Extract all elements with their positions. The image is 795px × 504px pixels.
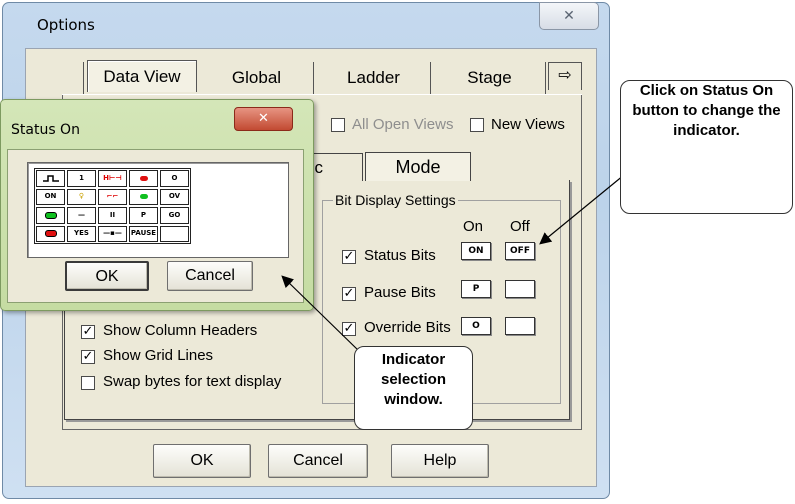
callout-status-on-text: Click on Status On button to change the … <box>632 82 781 139</box>
callout-status-on: Click on Status On button to change the … <box>620 80 793 214</box>
callout-indicator-window-text: Indicator selection window. <box>380 351 447 408</box>
callout-arrow-status-on <box>539 174 625 245</box>
callout-indicator-window: Indicator selection window. <box>354 346 473 430</box>
callout-arrow-indicator-window <box>281 275 361 353</box>
